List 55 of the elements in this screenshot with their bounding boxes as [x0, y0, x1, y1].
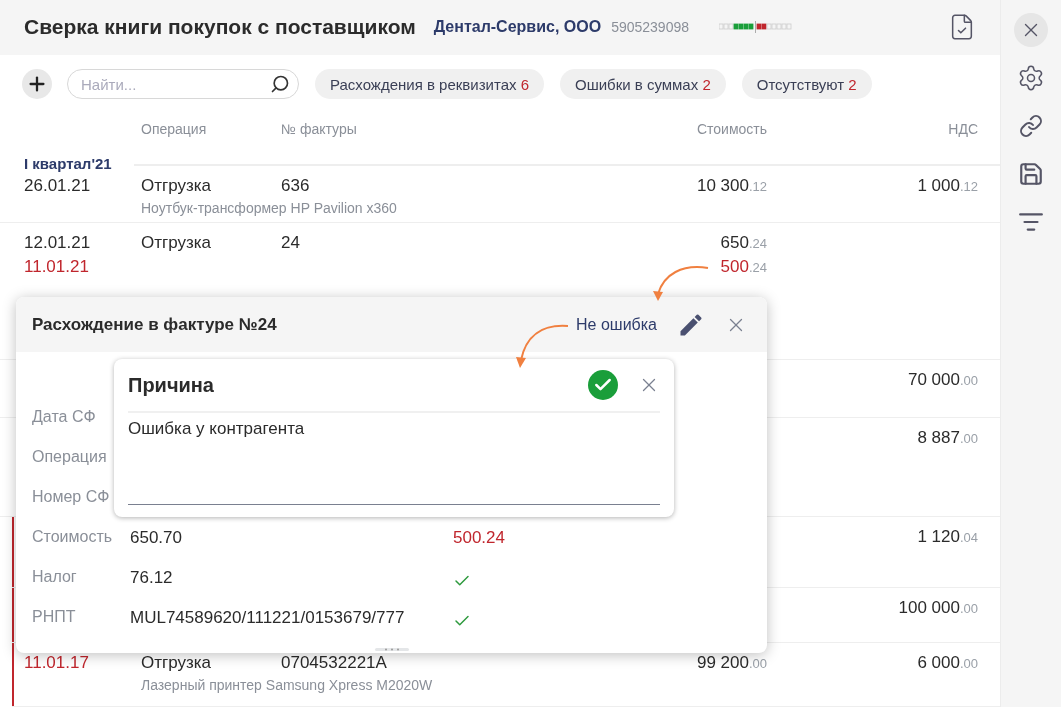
- field-label: Номер СФ: [32, 488, 111, 506]
- invoice-cell: 636: [281, 175, 310, 196]
- filter-chip[interactable]: Расхождения в реквизитах 6: [315, 69, 544, 100]
- operation-cell: Отгрузка: [141, 653, 212, 674]
- field-value: 76.12: [130, 568, 174, 588]
- operation-cell: Отгрузка: [141, 232, 212, 253]
- search-field[interactable]: Найти...: [67, 69, 299, 100]
- date-cell: 11.01.21: [24, 256, 89, 277]
- date-cell: 12.01.21: [24, 232, 91, 253]
- balance-indicator-icon: [719, 21, 793, 34]
- group-label: I квартал'21: [24, 154, 112, 172]
- item-description: Лазерный принтер Samsung Xpress M2020W: [141, 677, 434, 694]
- add-button[interactable]: [22, 69, 52, 100]
- annotation-arrow: [652, 264, 710, 302]
- field-label: Стоимость: [32, 528, 114, 546]
- amount: 650.24: [720, 232, 767, 253]
- company-name: Дентал-Сервис, ООО: [433, 18, 602, 37]
- annotation-arrow: [516, 322, 570, 370]
- column-header: Стоимость: [695, 121, 767, 138]
- filter-chip[interactable]: Отсутствуют 2: [741, 69, 872, 100]
- page-title: Сверка книги покупок с поставщиком: [24, 15, 416, 40]
- invoice-cell: 24: [281, 232, 300, 253]
- confirm-button[interactable]: [588, 370, 618, 400]
- field-label: РНПТ: [32, 608, 77, 626]
- field-label: Налог: [32, 568, 78, 586]
- amount: 500.24: [720, 256, 767, 277]
- amount: 99 200.00: [696, 653, 767, 674]
- field-value: 650.70: [130, 528, 183, 548]
- search-icon[interactable]: [270, 74, 290, 95]
- invoice-cell: 0704532221А: [281, 653, 387, 674]
- close-button[interactable]: [1014, 13, 1048, 47]
- reason-field[interactable]: Ошибка у контрагента: [128, 419, 660, 505]
- date-cell: 11.01.17: [24, 653, 89, 674]
- column-header: Операция: [141, 121, 208, 138]
- field-value: MUL74589620/111221/0153679/777: [130, 608, 406, 628]
- column-header: № фактуры: [281, 121, 358, 138]
- operation-cell: Отгрузка: [141, 175, 212, 196]
- tax-id: 5905239098: [611, 19, 689, 36]
- field-label: Операция: [32, 448, 108, 466]
- popup-title: Расхождение в фактуре №24: [32, 314, 277, 335]
- item-description: Ноутбук-трансформер HP Pavilion x360: [141, 199, 398, 216]
- date-cell: 26.01.21: [24, 175, 91, 196]
- column-header: НДС: [947, 121, 978, 138]
- amount: 6 000.00: [917, 653, 978, 674]
- not-error-link[interactable]: Не ошибка: [576, 315, 657, 334]
- filter-chip[interactable]: Ошибки в суммах 2: [560, 69, 726, 100]
- amount: 1 000.12: [917, 175, 978, 196]
- reason-title: Причина: [128, 373, 214, 397]
- amount: 10 300.12: [696, 175, 767, 196]
- amount: 100 000.00: [898, 597, 978, 618]
- amount: 1 120.04: [917, 527, 978, 547]
- field-label: Дата СФ: [32, 408, 97, 426]
- amount: 70 000.00: [907, 369, 978, 390]
- counterparty-value: 500.24: [453, 528, 506, 548]
- amount: 8 887.00: [917, 427, 978, 448]
